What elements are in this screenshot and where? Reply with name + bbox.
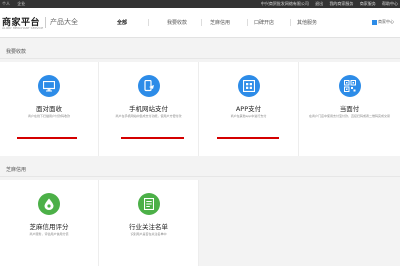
section-title-sesame: 芝麻信用 (6, 167, 27, 173)
nav-divider (290, 19, 291, 26)
product-card-mobile-web-pay[interactable]: 手机网站支付 商户在手机网站中集成支付功能，使用户方便付款 (99, 62, 199, 156)
topbar-logout-link[interactable]: 退出 (315, 1, 323, 6)
nav-divider (201, 19, 202, 26)
logo-divider (45, 17, 46, 28)
card-title: APP支付 (235, 105, 262, 113)
qr-code-icon (338, 75, 361, 97)
product-card-app-pay[interactable]: APP支付 商户在其他app中进行支付 (199, 62, 299, 156)
product-card-sesame-score[interactable]: 芝麻信用评分 商户服务，评估用户信用分值 (0, 180, 99, 266)
product-card-dangmianfu[interactable]: 当面付 在商户门店中使用支付宝付款，直接扫码或者二维码完成交易 (299, 62, 400, 156)
nav-other-services[interactable]: 其他服务 (297, 19, 317, 26)
card-title: 手机网站支付 (129, 105, 168, 113)
app-grid-icon (237, 75, 260, 97)
card-description: 在商户门店中使用支付宝付款，直接扫码或者二维码完成交易 (308, 114, 390, 118)
merchant-center-button[interactable]: 商家中心 (372, 19, 394, 25)
sesame-icon (38, 193, 60, 215)
header: 商家平台 ALIPAY MERCHANT SERVICE 产品大全 全部 我要收… (0, 8, 400, 38)
nav-divider (148, 19, 149, 26)
card-description: 商户服务，评估用户信用分值 (29, 232, 69, 236)
mobile-pay-icon (137, 75, 160, 97)
nav-sesame-credit[interactable]: 芝麻信用 (210, 19, 230, 26)
section-title-collect: 我要收款 (6, 49, 27, 55)
merchant-center-label: 商家中心 (378, 19, 394, 24)
section-divider (0, 176, 400, 177)
logo-subtitle: ALIPAY MERCHANT SERVICE (2, 26, 44, 30)
nav-divider (247, 19, 248, 26)
nav-koubei[interactable]: 口碑开店 (254, 19, 274, 26)
product-card-face-to-face[interactable]: 面对面收 商户在线下扫描用户付款码收款 (0, 62, 99, 156)
nav-collect-payment[interactable]: 我要收款 (167, 19, 187, 26)
monitor-icon (38, 75, 60, 97)
topbar-help-link[interactable]: 帮助中心 (382, 1, 398, 6)
topbar-my-service-link[interactable]: 我的商家服务 (329, 1, 353, 6)
topbar-service-link[interactable]: 商家服务 (360, 1, 376, 6)
card-title: 行业关注名单 (129, 223, 168, 231)
card-description: 商户在手机网站中集成支付功能，使用户方便付款 (115, 114, 182, 118)
list-doc-icon (137, 193, 160, 215)
card-description: 商户在其他app中进行支付 (230, 114, 267, 118)
topbar-enterprise-link[interactable]: 企业 (17, 1, 25, 6)
page-title: 产品大全 (50, 18, 78, 26)
highlight-underline (121, 137, 184, 139)
card-title: 面对面收 (36, 105, 62, 113)
nav-all[interactable]: 全部 (117, 19, 127, 26)
product-card-watchlist[interactable]: 行业关注名单 识别用户是否在关注名单中 (99, 180, 199, 266)
section-divider (0, 58, 400, 59)
grid-icon (372, 19, 377, 25)
card-title: 当面付 (339, 105, 360, 113)
highlight-underline (217, 137, 279, 139)
topbar-company-name: 中兴商贸批发网络有限公司 (260, 1, 309, 6)
card-description: 识别用户是否在关注名单中 (130, 232, 167, 236)
card-title: 芝麻信用评分 (29, 223, 69, 231)
card-description: 商户在线下扫描用户付款码收款 (27, 114, 70, 118)
topbar-personal-link[interactable]: 个人 (2, 1, 10, 6)
top-bar: 个人 企业 中兴商贸批发网络有限公司 退出 我的商家服务 商家服务 帮助中心 (0, 0, 400, 8)
highlight-underline (17, 137, 77, 139)
